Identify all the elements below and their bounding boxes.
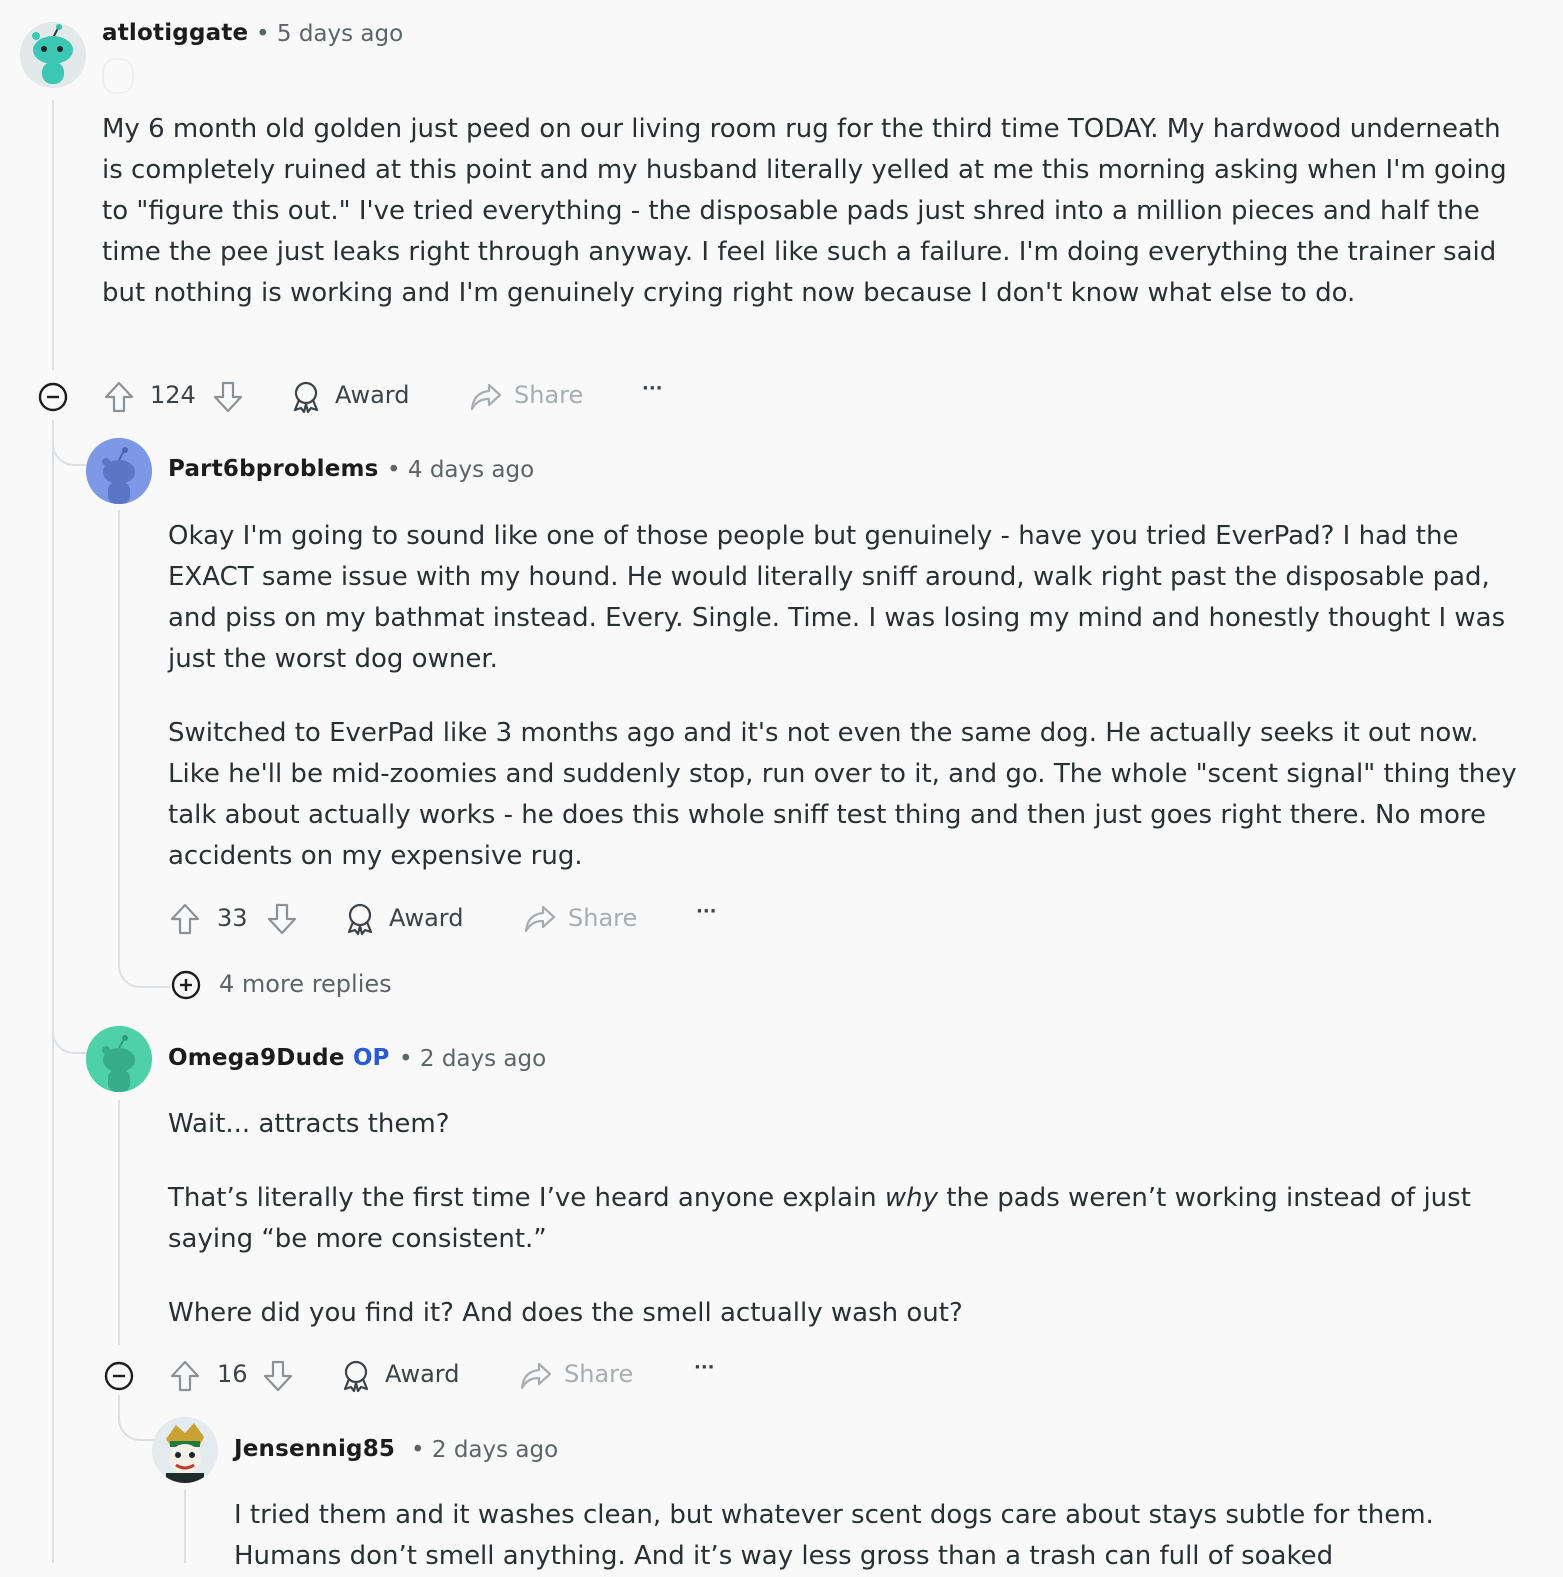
thread-line-reply-3 (184, 1490, 186, 1563)
more-options-button[interactable]: ··· (642, 378, 663, 399)
comment-body: Okay I'm going to sound like one of thos… (168, 516, 1523, 877)
upvote-icon[interactable] (169, 1359, 201, 1393)
thread-elbow-more-replies (118, 510, 170, 988)
more-options-button[interactable]: ··· (696, 901, 717, 922)
vote-count: 16 (217, 1360, 248, 1388)
comment-body: I tried them and it washes clean, but wh… (234, 1495, 1494, 1577)
comment-timestamp: • 2 days ago (411, 1437, 559, 1463)
thread-line-reply-2 (118, 1100, 120, 1345)
award-icon[interactable] (340, 1359, 372, 1393)
comment-paragraph: Switched to EverPad like 3 months ago an… (168, 718, 1517, 871)
upvote-icon[interactable] (103, 380, 135, 414)
comment-paragraph: Okay I'm going to sound like one of thos… (168, 521, 1506, 674)
award-button[interactable]: Award (389, 904, 463, 932)
vote-count: 124 (150, 381, 196, 409)
thread-elbow-reply-2 (52, 1008, 88, 1054)
collapse-icon[interactable] (37, 381, 69, 413)
downvote-icon[interactable] (212, 380, 244, 414)
award-button[interactable]: Award (385, 1360, 459, 1388)
comment-timestamp: • 4 days ago (387, 457, 535, 483)
share-button[interactable]: Share (514, 381, 583, 409)
collapse-icon[interactable] (103, 1360, 135, 1392)
share-icon[interactable] (523, 903, 557, 935)
share-icon[interactable] (469, 381, 503, 413)
comment-timestamp: • 2 days ago (399, 1046, 547, 1072)
comment-paragraph: That’s literally the first time I’ve hea… (168, 1178, 1523, 1260)
comment-author[interactable]: atlotiggate (102, 20, 248, 46)
thread-line-root (52, 100, 54, 370)
thread-line-root-lower (52, 420, 54, 1563)
award-icon[interactable] (290, 380, 322, 414)
vote-count: 33 (217, 904, 248, 932)
more-options-button[interactable]: ··· (694, 1357, 715, 1378)
share-button[interactable]: Share (568, 904, 637, 932)
avatar[interactable] (152, 1417, 218, 1483)
comment-paragraph: Wait... attracts them? (168, 1109, 450, 1139)
comment-paragraph: My 6 month old golden just peed on our l… (102, 114, 1507, 308)
share-icon[interactable] (519, 1360, 553, 1392)
share-button[interactable]: Share (564, 1360, 633, 1388)
comment-author[interactable]: Omega9Dude (168, 1045, 345, 1071)
comment-paragraph: Where did you find it? And does the smel… (168, 1298, 963, 1328)
thread-elbow-reply-1 (52, 420, 88, 466)
avatar[interactable] (86, 1026, 152, 1092)
upvote-icon[interactable] (169, 902, 201, 936)
avatar[interactable] (86, 438, 152, 504)
comment-body: My 6 month old golden just peed on our l… (102, 109, 1522, 314)
thread-elbow-reply-3 (118, 1395, 154, 1441)
avatar[interactable] (20, 22, 86, 88)
more-replies-link[interactable]: 4 more replies (219, 970, 392, 998)
comment-body: Wait... attracts them? That’s literally … (168, 1104, 1523, 1334)
downvote-icon[interactable] (266, 902, 298, 936)
award-button[interactable]: Award (335, 381, 409, 409)
comment-timestamp: • 5 days ago (256, 21, 404, 47)
body-emphasis: why (884, 1183, 939, 1213)
expand-icon[interactable] (170, 969, 202, 1001)
comment-author[interactable]: Part6bproblems (168, 456, 379, 482)
op-badge: OP (353, 1045, 390, 1071)
flair-placeholder (102, 58, 134, 94)
body-text: That’s literally the first time I’ve hea… (168, 1183, 885, 1213)
downvote-icon[interactable] (262, 1359, 294, 1393)
award-icon[interactable] (344, 902, 376, 936)
comment-paragraph: I tried them and it washes clean, but wh… (234, 1500, 1434, 1571)
comment-author[interactable]: Jensennig85 (234, 1436, 395, 1462)
